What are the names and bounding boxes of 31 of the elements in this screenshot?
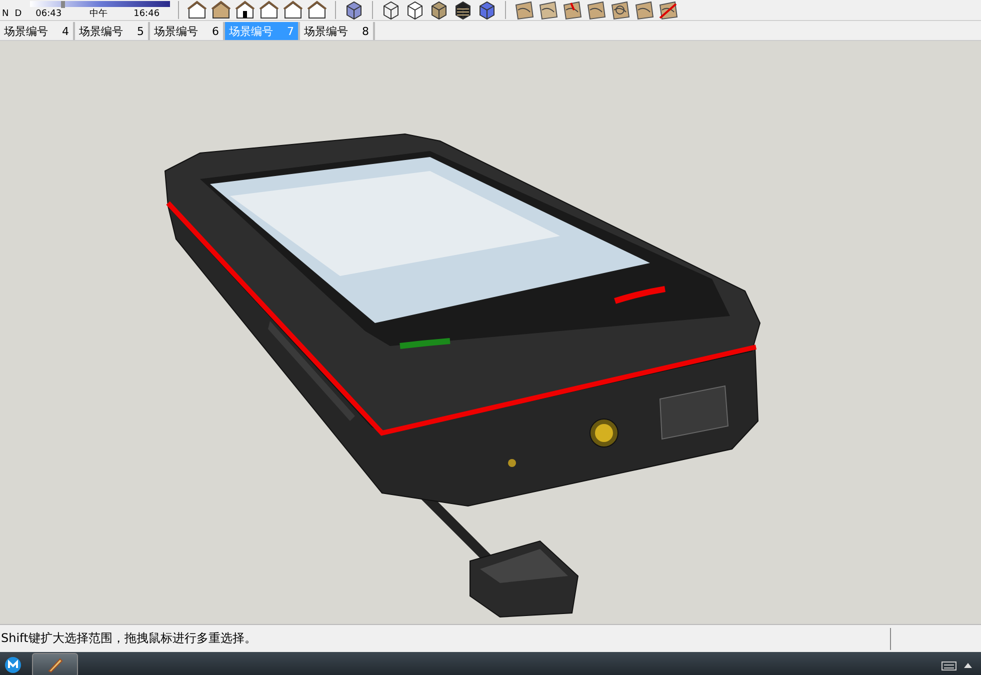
caret-icon[interactable] xyxy=(963,660,973,668)
time-label: 中午 xyxy=(90,8,108,20)
terrain-icon[interactable] xyxy=(658,0,678,20)
wireframe-cube-icon[interactable] xyxy=(381,0,401,20)
taskbar-app-button[interactable] xyxy=(32,652,78,675)
status-message: Shift键扩大选择范围，拖拽鼠标进行多重选择。 xyxy=(0,630,258,647)
house-view-icon[interactable] xyxy=(307,0,327,20)
cube-icon[interactable] xyxy=(477,0,497,20)
time-slider-track[interactable] xyxy=(30,0,170,6)
pencil-icon xyxy=(46,656,64,674)
terrain-icon[interactable] xyxy=(538,0,558,20)
house-view-icon[interactable] xyxy=(259,0,279,20)
slider-label: N xyxy=(2,8,9,20)
slider-thumb[interactable] xyxy=(60,0,65,8)
time-label: 06:43 xyxy=(36,8,62,20)
terrain-icon[interactable] xyxy=(634,0,654,20)
time-label: 16:46 xyxy=(134,8,160,20)
house-view-icon[interactable] xyxy=(211,0,231,20)
striped-cube-icon[interactable] xyxy=(453,0,473,20)
terrain-icon[interactable] xyxy=(514,0,534,20)
cube-icon[interactable] xyxy=(429,0,449,20)
house-view-icon[interactable] xyxy=(283,0,303,20)
house-view-icon[interactable] xyxy=(235,0,255,20)
slider-label: D xyxy=(14,8,22,20)
terrain-icon[interactable] xyxy=(562,0,582,20)
keyboard-icon[interactable] xyxy=(941,658,957,670)
terrain-icon[interactable] xyxy=(610,0,630,20)
cube-icon[interactable] xyxy=(405,0,425,20)
terrain-icon[interactable] xyxy=(586,0,606,20)
house-view-icon[interactable] xyxy=(187,0,207,20)
cube-icon[interactable] xyxy=(344,0,364,20)
